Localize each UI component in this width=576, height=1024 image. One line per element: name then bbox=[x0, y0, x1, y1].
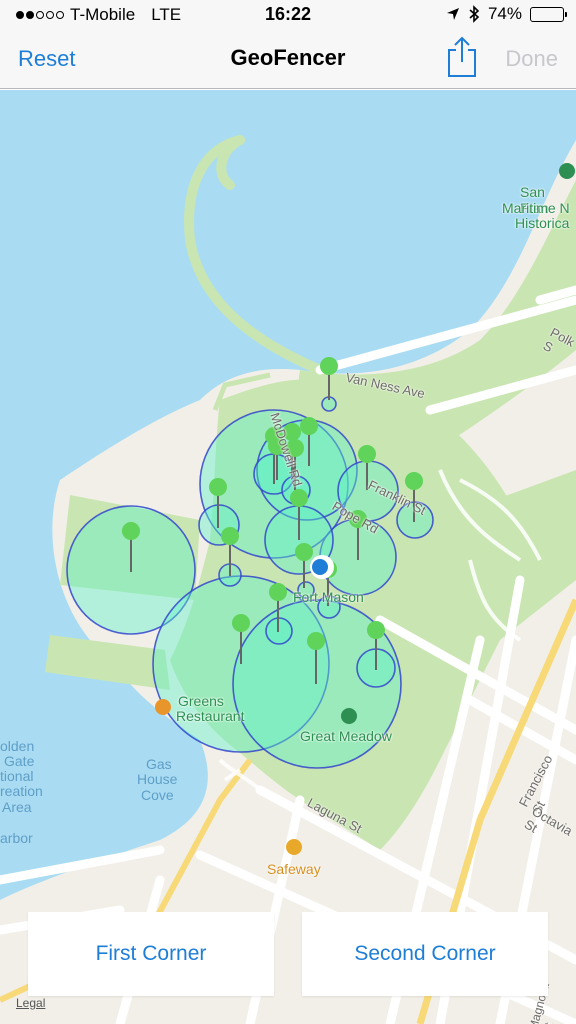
label-greens-2: Restaurant bbox=[176, 708, 245, 724]
reset-button[interactable]: Reset bbox=[18, 46, 75, 72]
status-right: 74% bbox=[446, 4, 567, 24]
navigation-bar: Reset GeoFencer Done bbox=[0, 30, 576, 89]
label-golden-gate-6: arbor bbox=[0, 830, 33, 846]
label-great-meadow: Great Meadow bbox=[300, 728, 392, 744]
status-bar: T-Mobile LTE 16:22 74% bbox=[0, 0, 576, 30]
done-button[interactable]: Done bbox=[505, 46, 558, 72]
battery-icon bbox=[530, 6, 567, 22]
label-gas-house-3: Cove bbox=[141, 787, 174, 803]
label-golden-gate-3: tional bbox=[0, 768, 34, 784]
map-canvas bbox=[0, 90, 576, 1024]
page-title: GeoFencer bbox=[230, 45, 346, 70]
label-safeway: Safeway bbox=[267, 861, 321, 877]
label-maritime-3: Historica bbox=[515, 215, 570, 231]
label-maritime-2: Maritime N bbox=[502, 200, 570, 216]
label-greens-1: Greens bbox=[178, 693, 224, 709]
label-gas-house-2: House bbox=[137, 771, 178, 787]
location-arrow-icon bbox=[446, 8, 459, 20]
label-gas-house-1: Gas bbox=[146, 756, 172, 772]
label-golden-gate-4: reation bbox=[0, 783, 43, 799]
second-corner-button[interactable]: Second Corner bbox=[302, 912, 548, 996]
battery-percent: 74% bbox=[487, 4, 522, 23]
map-view[interactable]: Van Ness Ave McDowell Rd Franklin St Pop… bbox=[0, 90, 576, 1024]
label-golden-gate-5: Area bbox=[2, 799, 32, 815]
label-fort-mason: Fort Mason bbox=[293, 589, 364, 605]
label-golden-gate-1: olden bbox=[0, 738, 35, 754]
first-corner-button[interactable]: First Corner bbox=[28, 912, 274, 996]
share-icon[interactable] bbox=[446, 36, 478, 78]
bluetooth-icon bbox=[469, 5, 480, 23]
label-golden-gate-2: Gate bbox=[4, 753, 35, 769]
legal-link[interactable]: Legal bbox=[16, 996, 45, 1010]
